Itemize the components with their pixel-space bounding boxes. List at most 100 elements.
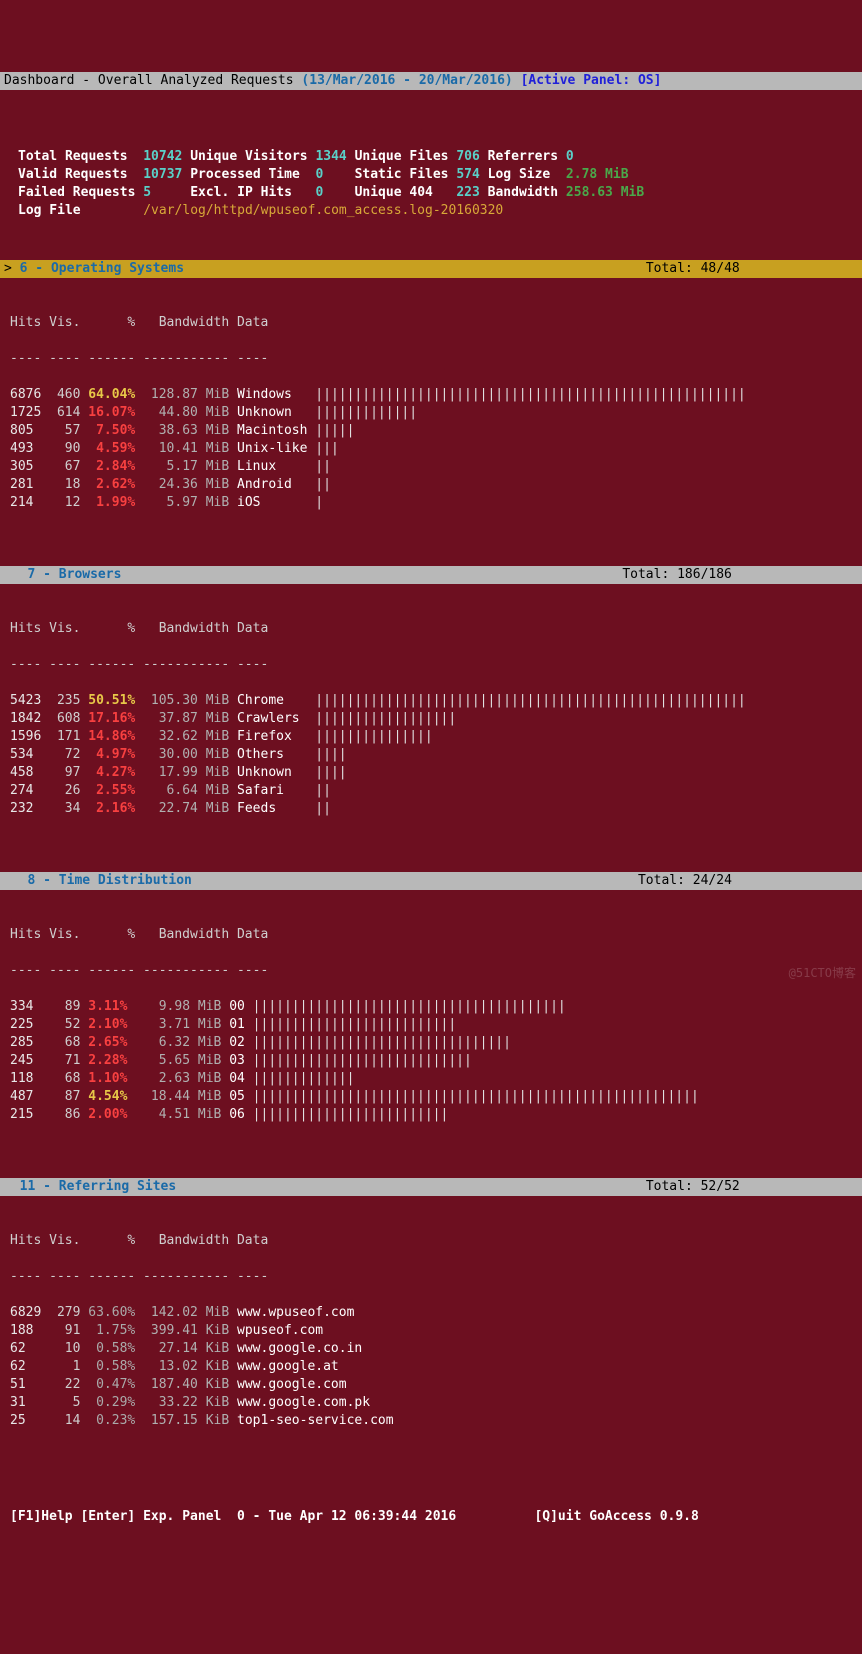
panel-time-body: Hits Vis. % Bandwidth Data ---- ---- ---… <box>0 908 862 1142</box>
total-requests-value: 10742 <box>143 149 182 164</box>
table-row[interactable]: 225 52 2.10% 3.71 MiB 01 |||||||||||||||… <box>0 1016 862 1034</box>
table-row[interactable]: 62 10 0.58% 27.14 KiB www.google.co.in <box>0 1340 862 1358</box>
panel-time-total: Total: 24/24 <box>638 873 732 888</box>
percent-cell: 1.99% <box>88 495 135 510</box>
percent-cell: 0.23% <box>88 1413 135 1428</box>
bandwidth-unit: MiB <box>206 477 229 492</box>
table-row[interactable]: 188 91 1.75% 399.41 KiB wpuseof.com <box>0 1322 862 1340</box>
unique-404-label: Unique 404 <box>355 185 449 200</box>
table-row[interactable]: 534 72 4.97% 30.00 MiB Others |||| <box>0 746 862 764</box>
bar-chart: ||||||||||||||| <box>315 729 432 744</box>
bandwidth-cell: 142.02 <box>151 1305 198 1320</box>
panel-time-header[interactable]: 8 - Time Distribution Total: 24/24 <box>0 872 862 890</box>
table-row[interactable]: 1725 614 16.07% 44.80 MiB Unknown ||||||… <box>0 404 862 422</box>
hits-cell: 215 <box>10 1107 41 1122</box>
percent-cell: 4.54% <box>88 1089 127 1104</box>
percent-cell: 2.10% <box>88 1017 127 1032</box>
hits-cell: 334 <box>10 999 41 1014</box>
table-row[interactable]: 281 18 2.62% 24.36 MiB Android || <box>0 476 862 494</box>
table-row[interactable]: 25 14 0.23% 157.15 KiB top1-seo-service.… <box>0 1412 862 1430</box>
data-cell: Macintosh <box>237 423 307 438</box>
visitors-cell: 18 <box>49 477 80 492</box>
panel-browsers-header[interactable]: 7 - Browsers Total: 186/186 <box>0 566 862 584</box>
bandwidth-cell: 30.00 <box>151 747 198 762</box>
hits-cell: 6829 <box>10 1305 41 1320</box>
table-row[interactable]: 62 1 0.58% 13.02 KiB www.google.at <box>0 1358 862 1376</box>
hits-cell: 6876 <box>10 387 41 402</box>
visitors-cell: 10 <box>49 1341 80 1356</box>
columns-header: Hits Vis. % Bandwidth Data <box>0 314 862 332</box>
columns-separator: ---- ---- ------ ----------- ---- <box>0 656 862 674</box>
data-cell: Unknown <box>237 405 307 420</box>
table-row[interactable]: 118 68 1.10% 2.63 MiB 04 ||||||||||||| <box>0 1070 862 1088</box>
active-panel-label: [Active Panel: OS] <box>521 73 662 88</box>
quit-key[interactable]: [Q]uit <box>534 1509 581 1524</box>
percent-cell: 14.86% <box>88 729 135 744</box>
table-row[interactable]: 805 57 7.50% 38.63 MiB Macintosh ||||| <box>0 422 862 440</box>
panel-os-header[interactable]: > 6 - Operating Systems Total: 48/48 <box>0 260 862 278</box>
panel-referring-header[interactable]: 11 - Referring Sites Total: 52/52 <box>0 1178 862 1196</box>
table-row[interactable]: 334 89 3.11% 9.98 MiB 00 |||||||||||||||… <box>0 998 862 1016</box>
bandwidth-cell: 3.71 <box>143 1017 190 1032</box>
bar-chart: ||| <box>315 441 338 456</box>
data-cell: www.google.co.in <box>237 1341 362 1356</box>
table-row[interactable]: 274 26 2.55% 6.64 MiB Safari || <box>0 782 862 800</box>
data-cell: Chrome <box>237 693 307 708</box>
bandwidth-unit: MiB <box>198 1053 221 1068</box>
bandwidth-unit: MiB <box>206 1305 229 1320</box>
table-row[interactable]: 305 67 2.84% 5.17 MiB Linux || <box>0 458 862 476</box>
hits-cell: 805 <box>10 423 41 438</box>
visitors-cell: 91 <box>49 1323 80 1338</box>
bar-chart: ||||||||||||| <box>315 405 417 420</box>
bandwidth-unit: KiB <box>206 1323 229 1338</box>
bandwidth-unit: MiB <box>198 1089 221 1104</box>
hits-cell: 305 <box>10 459 41 474</box>
table-row[interactable]: 245 71 2.28% 5.65 MiB 03 |||||||||||||||… <box>0 1052 862 1070</box>
table-row[interactable]: 458 97 4.27% 17.99 MiB Unknown |||| <box>0 764 862 782</box>
table-row[interactable]: 1842 608 17.16% 37.87 MiB Crawlers |||||… <box>0 710 862 728</box>
referrers-label: Referrers <box>488 149 558 164</box>
table-row[interactable]: 232 34 2.16% 22.74 MiB Feeds || <box>0 800 862 818</box>
enter-key[interactable]: [Enter] <box>80 1509 135 1524</box>
visitors-cell: 34 <box>49 801 80 816</box>
valid-requests-value: 10737 <box>143 167 182 182</box>
table-row[interactable]: 5423 235 50.51% 105.30 MiB Chrome ||||||… <box>0 692 862 710</box>
table-row[interactable]: 493 90 4.59% 10.41 MiB Unix-like ||| <box>0 440 862 458</box>
columns-separator: ---- ---- ------ ----------- ---- <box>0 350 862 368</box>
bandwidth-unit: MiB <box>206 423 229 438</box>
visitors-cell: 97 <box>49 765 80 780</box>
table-row[interactable]: 285 68 2.65% 6.32 MiB 02 |||||||||||||||… <box>0 1034 862 1052</box>
percent-cell: 2.65% <box>88 1035 127 1050</box>
data-cell: 06 <box>229 1107 245 1122</box>
percent-cell: 0.58% <box>88 1359 135 1374</box>
bandwidth-unit: MiB <box>206 693 229 708</box>
bandwidth-cell: 27.14 <box>151 1341 198 1356</box>
bandwidth-unit: KiB <box>206 1341 229 1356</box>
data-cell: www.google.at <box>237 1359 339 1374</box>
table-row[interactable]: 1596 171 14.86% 32.62 MiB Firefox ||||||… <box>0 728 862 746</box>
hits-cell: 5423 <box>10 693 41 708</box>
bar-chart: |||| <box>315 765 346 780</box>
table-row[interactable]: 487 87 4.54% 18.44 MiB 05 ||||||||||||||… <box>0 1088 862 1106</box>
help-key[interactable]: [F1]Help <box>10 1509 73 1524</box>
table-row[interactable]: 51 22 0.47% 187.40 KiB www.google.com <box>0 1376 862 1394</box>
table-row[interactable]: 214 12 1.99% 5.97 MiB iOS | <box>0 494 862 512</box>
table-row[interactable]: 6829 279 63.60% 142.02 MiB www.wpuseof.c… <box>0 1304 862 1322</box>
table-row[interactable]: 6876 460 64.04% 128.87 MiB Windows |||||… <box>0 386 862 404</box>
bandwidth-cell: 17.99 <box>151 765 198 780</box>
bandwidth-cell: 6.64 <box>151 783 198 798</box>
percent-cell: 2.28% <box>88 1053 127 1068</box>
table-row[interactable]: 31 5 0.29% 33.22 KiB www.google.com.pk <box>0 1394 862 1412</box>
footer-date: Tue Apr 12 06:39:44 2016 <box>268 1509 456 1524</box>
data-cell: www.google.com <box>237 1377 347 1392</box>
data-cell: wpuseof.com <box>237 1323 323 1338</box>
bandwidth-unit: MiB <box>206 387 229 402</box>
bandwidth-unit: MiB <box>206 801 229 816</box>
table-row[interactable]: 215 86 2.00% 4.51 MiB 06 |||||||||||||||… <box>0 1106 862 1124</box>
bandwidth-cell: 187.40 <box>151 1377 198 1392</box>
data-cell: www.google.com.pk <box>237 1395 370 1410</box>
visitors-cell: 87 <box>49 1089 80 1104</box>
data-cell: 01 <box>229 1017 245 1032</box>
percent-cell: 2.16% <box>88 801 135 816</box>
hits-cell: 281 <box>10 477 41 492</box>
